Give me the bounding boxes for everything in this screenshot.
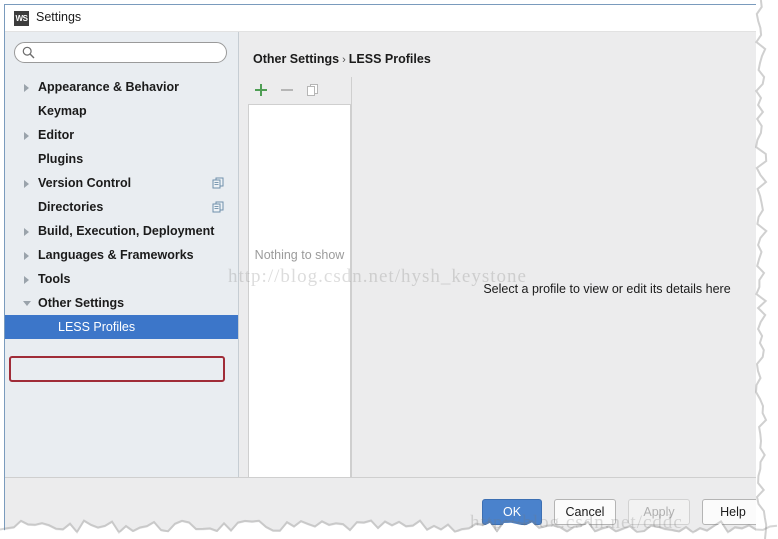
dialog-content: Appearance & Behavior Keymap Editor Plugins… bbox=[5, 32, 756, 499]
search-input[interactable] bbox=[14, 42, 227, 63]
sidebar-item-label: Plugins bbox=[38, 152, 84, 166]
sidebar-item-label: Build, Execution, Deployment bbox=[38, 224, 215, 238]
remove-profile-button[interactable] bbox=[274, 77, 300, 103]
sidebar-item-other-settings[interactable]: Other Settings bbox=[5, 291, 238, 315]
sidebar-item-editor[interactable]: Editor bbox=[5, 123, 238, 147]
breadcrumb-parent[interactable]: Other Settings bbox=[253, 52, 339, 66]
sidebar-item-label: Appearance & Behavior bbox=[38, 80, 180, 94]
sidebar-item-label: LESS Profiles bbox=[58, 320, 136, 334]
torn-edge-right bbox=[757, 0, 778, 539]
selection-annotation-rectangle bbox=[9, 356, 225, 382]
copy-profile-button[interactable] bbox=[300, 77, 326, 103]
ok-button[interactable]: OK bbox=[482, 499, 542, 525]
sidebar-item-appearance-behavior[interactable]: Appearance & Behavior bbox=[5, 75, 238, 99]
window-title: Settings bbox=[36, 10, 82, 24]
chevron-right-icon[interactable] bbox=[24, 228, 29, 236]
torn-edge-right-shadow bbox=[754, 0, 768, 539]
minus-icon bbox=[281, 89, 293, 91]
sidebar-item-directories[interactable]: Directories bbox=[5, 195, 238, 219]
sidebar-item-languages-frameworks[interactable]: Languages & Frameworks bbox=[5, 243, 238, 267]
sidebar-item-label: Languages & Frameworks bbox=[38, 248, 194, 262]
add-profile-button[interactable] bbox=[248, 77, 274, 103]
empty-list-message: Nothing to show bbox=[254, 248, 345, 262]
copy-icon bbox=[212, 177, 224, 189]
sidebar-item-less-profiles[interactable]: LESS Profiles bbox=[5, 315, 238, 339]
settings-tree: Appearance & Behavior Keymap Editor Plugins… bbox=[5, 75, 238, 339]
screenshot-canvas: WS Settings Appearance & Behavior Keymap E… bbox=[0, 0, 778, 539]
less-profiles-pane: Other Settings › LESS Profiles Nothing t… bbox=[239, 32, 756, 499]
sidebar-item-keymap[interactable]: Keymap bbox=[5, 99, 238, 123]
sidebar-item-tools[interactable]: Tools bbox=[5, 267, 238, 291]
sidebar-item-label: Editor bbox=[38, 128, 75, 142]
chevron-right-icon[interactable] bbox=[24, 180, 29, 188]
apply-button: Apply bbox=[628, 499, 690, 525]
webstorm-icon: WS bbox=[14, 11, 29, 26]
sidebar-item-plugins[interactable]: Plugins bbox=[5, 147, 238, 171]
plus-icon bbox=[255, 84, 267, 96]
breadcrumb-separator-icon: › bbox=[342, 54, 346, 66]
help-button[interactable]: Help bbox=[702, 499, 756, 525]
copy-icon bbox=[307, 84, 318, 96]
sidebar-item-version-control[interactable]: Version Control bbox=[5, 171, 238, 195]
profiles-toolbar bbox=[248, 77, 351, 103]
sidebar-item-label: Version Control bbox=[38, 176, 132, 190]
breadcrumb-current: LESS Profiles bbox=[348, 52, 431, 66]
detail-placeholder-message: Select a profile to view or edit its det… bbox=[483, 282, 731, 296]
profiles-list[interactable]: Nothing to show bbox=[248, 104, 351, 499]
sidebar-item-label: Directories bbox=[38, 200, 104, 214]
chevron-right-icon[interactable] bbox=[24, 252, 29, 260]
dialog-footer: OK Cancel Apply Help bbox=[5, 477, 756, 532]
chevron-down-icon[interactable] bbox=[23, 301, 31, 306]
chevron-right-icon[interactable] bbox=[24, 84, 29, 92]
search-box[interactable] bbox=[14, 42, 227, 63]
breadcrumb: Other Settings › LESS Profiles bbox=[253, 52, 431, 66]
copy-icon bbox=[212, 201, 224, 213]
cancel-button[interactable]: Cancel bbox=[554, 499, 616, 525]
sidebar-item-label: Keymap bbox=[38, 104, 87, 118]
settings-dialog: WS Settings Appearance & Behavior Keymap E… bbox=[4, 4, 756, 532]
title-bar: WS Settings bbox=[5, 5, 756, 32]
sidebar-item-build-execution-deployment[interactable]: Build, Execution, Deployment bbox=[5, 219, 238, 243]
sidebar-item-label: Tools bbox=[38, 272, 71, 286]
settings-sidebar: Appearance & Behavior Keymap Editor Plugins… bbox=[5, 32, 239, 477]
chevron-right-icon[interactable] bbox=[24, 276, 29, 284]
sidebar-item-label: Other Settings bbox=[38, 296, 125, 310]
chevron-right-icon[interactable] bbox=[24, 132, 29, 140]
